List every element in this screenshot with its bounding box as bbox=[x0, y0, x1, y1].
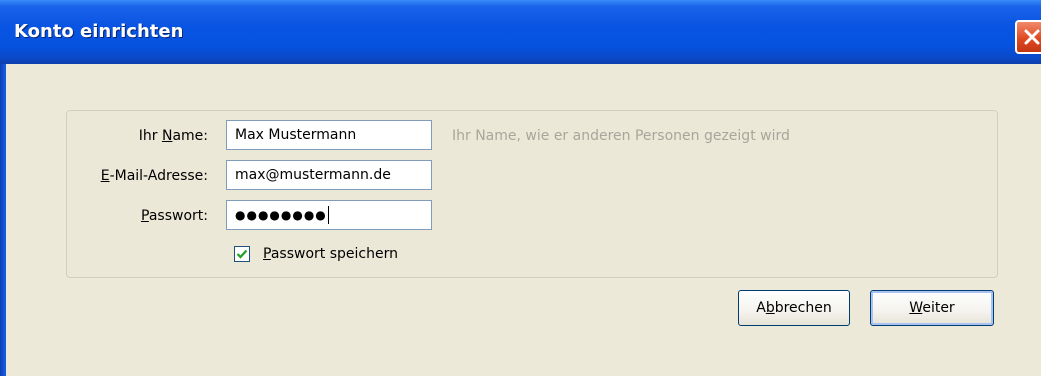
name-input-value: Max Mustermann bbox=[235, 127, 357, 143]
checkmark-icon bbox=[236, 249, 248, 259]
password-input-value: ●●●●●●●● bbox=[235, 208, 327, 222]
email-label: E-Mail-Adresse: bbox=[100, 168, 208, 184]
window-frame-left bbox=[0, 64, 6, 376]
next-button[interactable]: Weiter bbox=[870, 290, 994, 326]
setup-dialog: Konto einrichten Ihr Name: Max Musterman… bbox=[0, 0, 1041, 376]
remember-password-label[interactable]: Passwort speichern bbox=[263, 244, 398, 264]
cancel-button[interactable]: Abbrechen bbox=[738, 290, 850, 326]
password-label: Passwort: bbox=[141, 208, 208, 224]
close-icon bbox=[1024, 29, 1040, 45]
name-hint: Ihr Name, wie er anderen Personen gezeig… bbox=[452, 128, 790, 144]
email-input-value: max@mustermann.de bbox=[235, 167, 391, 183]
close-button[interactable] bbox=[1015, 20, 1041, 54]
name-input[interactable]: Max Mustermann bbox=[226, 120, 432, 150]
remember-password-checkbox[interactable] bbox=[234, 246, 250, 262]
name-label: Ihr Name: bbox=[138, 128, 208, 144]
window-title: Konto einrichten bbox=[14, 21, 184, 42]
title-bar[interactable]: Konto einrichten bbox=[0, 0, 1041, 64]
email-input[interactable]: max@mustermann.de bbox=[226, 160, 432, 190]
text-caret bbox=[327, 206, 329, 224]
password-input[interactable]: ●●●●●●●● bbox=[226, 200, 432, 230]
